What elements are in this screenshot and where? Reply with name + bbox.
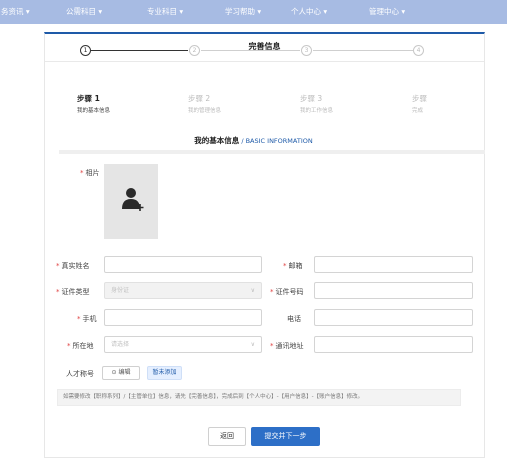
real-name-label: * 真实姓名 [56,262,90,270]
photo-upload[interactable] [104,164,158,239]
phone-input[interactable] [104,309,262,326]
step-4-title: 步骤 [412,94,427,103]
nav-item-public-courses[interactable]: 公需科目 ▾ [66,0,102,24]
chevron-down-icon: ∨ [250,287,255,294]
step-connector-3 [313,50,413,51]
talent-title-label: 人才称号 [66,370,94,378]
address-label: * 通讯地址 [270,342,304,350]
section-title-zh: 我的基本信息 [194,136,240,145]
step-4-indicator: 4 [413,45,424,56]
step-4-subtitle: 完成 [412,108,424,114]
nav-item-management-center[interactable]: 管理中心 ▾ [369,0,405,24]
email-label: * 邮箱 [283,262,303,270]
step-connector-2 [201,50,300,51]
section-title-en: BASIC INFORMATION [245,137,313,145]
id-number-input[interactable] [314,282,473,299]
location-placeholder: 请选择 [111,341,130,348]
info-notice: 如需要修改【职称系列】/【主管单位】信息，请先【完善信息】，完成后到【个人中心】… [57,389,461,406]
step-2-indicator: 2 [189,45,200,56]
user-add-icon [122,188,144,211]
phone-label: * 手机 [77,315,97,323]
edit-button[interactable]: ⊙ 编辑 [102,366,140,380]
id-number-label: * 证件号码 [270,288,304,296]
step-2-title: 步骤 2 [188,94,211,103]
section-heading: 我的基本信息 / BASIC INFORMATION [0,135,507,146]
telephone-input[interactable] [314,309,473,326]
telephone-label: 电话 [287,315,301,323]
step-1-indicator: 1 [80,45,91,56]
top-nav: 务资讯 ▾ 公需科目 ▾ 专业科目 ▾ 学习帮助 ▾ 个人中心 ▾ 管理中心 ▾ [0,0,507,24]
step-3-title: 步骤 3 [300,94,323,103]
required-mark: * [80,169,84,177]
step-connector-1 [91,50,188,51]
submit-next-button[interactable]: 提交并下一步 [251,427,320,446]
back-button[interactable]: 返回 [208,427,246,446]
step-3-indicator: 3 [301,45,312,56]
nav-item-personal-center[interactable]: 个人中心 ▾ [291,0,327,24]
id-type-value: 身份证 [111,287,130,294]
step-2-subtitle: 我的管理信息 [188,108,222,114]
section-divider [59,150,485,154]
nav-item-study-help[interactable]: 学习帮助 ▾ [225,0,261,24]
address-input[interactable] [314,336,473,353]
location-select[interactable]: 请选择 ∨ [104,336,262,353]
nav-item-news[interactable]: 务资讯 ▾ [1,0,30,24]
nav-item-professional-courses[interactable]: 专业科目 ▾ [147,0,183,24]
photo-label: * 相片 [80,169,100,177]
step-1-title: 步骤 1 [77,94,100,103]
real-name-input[interactable] [104,256,262,273]
email-input[interactable] [314,256,473,273]
id-type-select[interactable]: 身份证 ∨ [104,282,262,299]
step-3-subtitle: 我的工作信息 [300,108,334,114]
step-1-subtitle: 我的基本信息 [77,108,111,114]
talent-status-tag: 暂未添加 [147,366,182,380]
chevron-down-icon: ∨ [250,341,255,348]
location-label: * 所在地 [67,342,94,350]
id-type-label: * 证件类型 [56,288,90,296]
